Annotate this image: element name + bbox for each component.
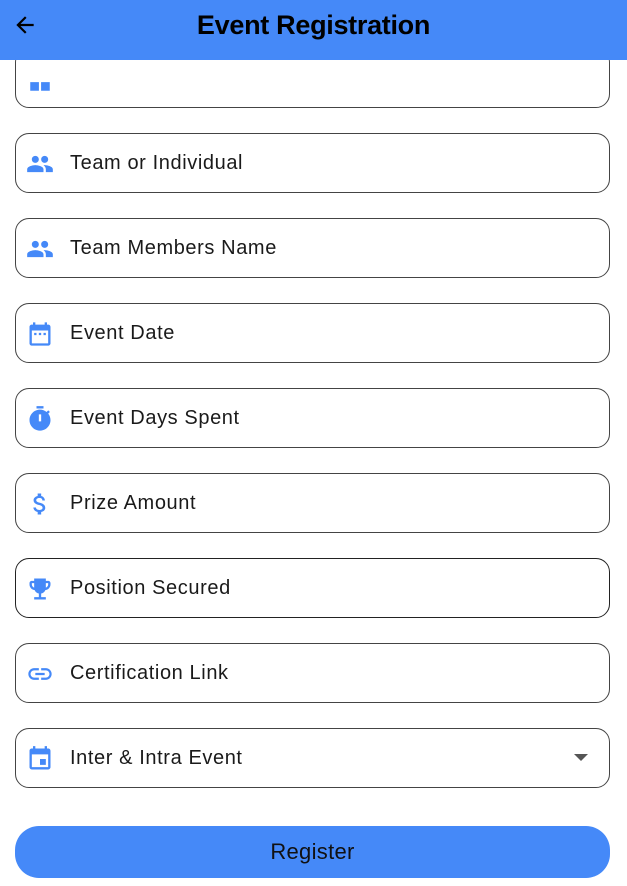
timer-icon (26, 405, 54, 433)
app-bar: Event Registration (0, 0, 627, 60)
team-or-individual-label: Team or Individual (70, 152, 244, 174)
prize-amount-label: Prize Amount (70, 492, 197, 514)
position-secured-label: Position Secured (70, 577, 231, 599)
dollar-icon (26, 490, 54, 518)
event-date-field[interactable]: Event Date (15, 303, 610, 363)
team-members-name-field[interactable]: Team Members Name (15, 218, 610, 278)
calendar-icon (26, 320, 54, 348)
team-members-name-label: Team Members Name (70, 237, 277, 259)
position-secured-field[interactable]: Position Secured (15, 558, 610, 618)
event-calendar-icon (26, 745, 54, 773)
link-icon (26, 660, 54, 688)
people-icon (26, 150, 54, 178)
trophy-icon (26, 575, 54, 603)
team-or-individual-field[interactable]: Team or Individual (15, 133, 610, 193)
dropdown-arrow-icon[interactable] (574, 754, 588, 761)
people-icon (26, 235, 54, 263)
event-scope-dropdown[interactable]: Inter & Intra Event (15, 728, 610, 788)
category-icon (26, 67, 54, 95)
form-scroll-area[interactable]: Team or Individual Team Members Name Eve… (0, 0, 627, 886)
certification-link-field[interactable]: Certification Link (15, 643, 610, 703)
page-title: Event Registration (196, 10, 431, 40)
event-days-spent-label: Event Days Spent (70, 407, 240, 429)
certification-link-label: Certification Link (70, 662, 229, 684)
prize-amount-field[interactable]: Prize Amount (15, 473, 610, 533)
event-date-label: Event Date (70, 322, 175, 344)
event-days-spent-field[interactable]: Event Days Spent (15, 388, 610, 448)
register-button[interactable]: Register (15, 826, 610, 878)
event-scope-selected-value: Inter & Intra Event (70, 747, 243, 769)
